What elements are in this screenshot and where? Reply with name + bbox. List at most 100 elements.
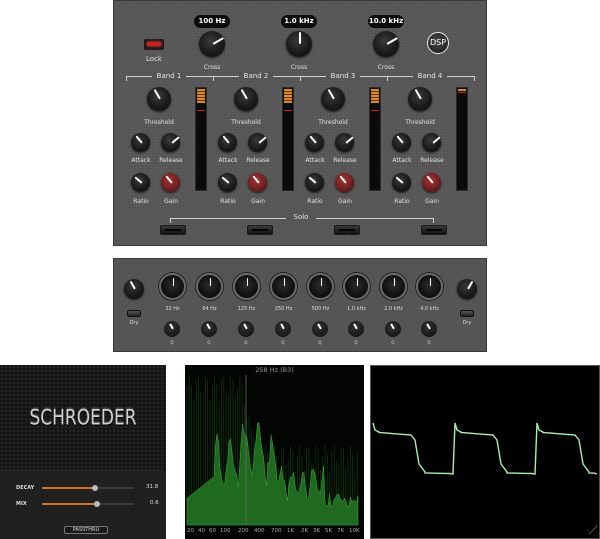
crossover-2-value[interactable]: 1.0 kHz [281,15,317,28]
crossover-1-value[interactable]: 100 Hz [194,15,230,28]
eq-8-q-label: Q [421,340,437,345]
solo-label: Solo [286,213,316,221]
spectrum-tick-label: 3K [313,528,320,534]
band-2-ratio-knob[interactable] [218,173,237,192]
spectrum-tick-label: 10K [349,528,360,534]
band-2-gain-label: Gain [243,198,273,205]
eq-1-freq-label: 32 Hz [155,306,190,312]
dsp-toggle[interactable]: DSP [427,32,449,54]
eq-7-q-label: Q [385,340,401,345]
decay-thumb[interactable] [92,485,98,491]
solo-button-band-2[interactable] [247,225,273,235]
dry-left-knob[interactable] [124,279,144,299]
mix-label: MIX [16,501,27,507]
lock-led-button[interactable] [144,39,164,50]
band-1-ratio-knob[interactable] [131,173,150,192]
crossover-2-knob[interactable] [286,31,312,57]
dry-left-label: Dry [124,320,144,326]
spectrum-tick-label: 5K [325,528,332,534]
eq-5-gain-knob[interactable] [307,273,334,300]
eq-1-q-label: Q [164,340,180,345]
band-2-release-knob[interactable] [248,133,267,152]
band-4-ratio-knob[interactable] [392,173,411,192]
band-1-gain-knob[interactable] [161,173,180,192]
band-4-attack-knob[interactable] [392,133,411,152]
eq-6-q-knob[interactable] [348,321,364,337]
band-3-ratio-knob[interactable] [305,173,324,192]
band-4-threshold-knob[interactable] [408,87,432,111]
mix-slider[interactable] [42,503,134,505]
crossover-1-knob[interactable] [199,31,225,57]
band-4-gain-knob[interactable] [422,173,441,192]
eq-7-gain-knob[interactable] [380,273,407,300]
eq-5-q-knob[interactable] [312,321,328,337]
band-3-gain-label: Gain [330,198,360,205]
crossover-3-value[interactable]: 10.0 kHz [368,15,404,28]
band-3-gain-knob[interactable] [335,173,354,192]
eq-4-gain-knob[interactable] [270,273,297,300]
scope-plot [371,366,599,538]
eq-panel: Dry 32 Hz Q 64 Hz Q 125 Hz Q 250 Hz Q 50… [113,258,487,352]
band-2-threshold-knob[interactable] [234,87,258,111]
spectrum-tick-label: 2K [301,528,308,534]
eq-5-q-label: Q [312,340,328,345]
band-3-attack-knob[interactable] [305,133,324,152]
band-1-attack-knob[interactable] [131,133,150,152]
eq-3-freq-label: 125 Hz [229,306,264,312]
eq-4-q-knob[interactable] [275,321,291,337]
passthru-button[interactable]: PASSTHRU [64,526,108,534]
dry-right-label: Dry [457,320,477,326]
band-1-threshold-knob[interactable] [147,87,171,111]
eq-3-q-knob[interactable] [238,321,254,337]
crossover-2-label: Cross [285,64,313,71]
dry-right-knob[interactable] [457,279,477,299]
band-1-release-label: Release [156,157,186,164]
eq-2-gain-knob[interactable] [196,273,223,300]
eq-4-freq-label: 250 Hz [266,306,301,312]
band-1-gain-label: Gain [156,198,186,205]
eq-6-q-label: Q [348,340,364,345]
eq-3-gain-knob[interactable] [233,273,260,300]
band-4-release-knob[interactable] [422,133,441,152]
eq-1-gain-knob[interactable] [159,273,186,300]
band-3-threshold-knob[interactable] [321,87,345,111]
band-3-release-knob[interactable] [335,133,354,152]
crossover-3-knob[interactable] [373,31,399,57]
eq-8-q-knob[interactable] [421,321,437,337]
band-4-gain-label: Gain [417,198,447,205]
spectrum-tick-label: 200 [238,528,249,534]
eq-2-q-knob[interactable] [201,321,217,337]
spectrum-tick-label: 60 [209,528,216,534]
solo-button-band-1[interactable] [160,225,186,235]
band-4-attack-label: Attack [387,157,417,164]
dry-left-button[interactable] [127,310,141,317]
band-2-gain-knob[interactable] [248,173,267,192]
eq-7-q-knob[interactable] [385,321,401,337]
mix-fill [42,503,97,505]
eq-4-q-label: Q [275,340,291,345]
crossover-1-label: Cross [198,64,226,71]
mix-thumb[interactable] [94,501,100,507]
eq-8-gain-knob[interactable] [416,273,443,300]
eq-2-freq-label: 64 Hz [192,306,227,312]
dry-right-button[interactable] [460,310,474,317]
decay-slider[interactable] [42,487,134,489]
eq-1-q-knob[interactable] [164,321,180,337]
spectrum-tick-label: 40 [198,528,205,534]
band-3-gr-meter [369,87,381,191]
eq-7-freq-label: 2.0 kHz [376,306,411,312]
band-1-release-knob[interactable] [161,133,180,152]
spectrum-tick-label: 400 [254,528,265,534]
band-2-gr-meter [282,87,294,191]
solo-button-band-3[interactable] [334,225,360,235]
eq-6-gain-knob[interactable] [343,273,370,300]
band-2-label: Band 2 [239,72,273,80]
band-3-attack-label: Attack [300,157,330,164]
eq-8-freq-label: 4.0 kHz [412,306,447,312]
band-2-attack-knob[interactable] [218,133,237,152]
spectrum-tick-label: 7K [337,528,344,534]
solo-button-band-4[interactable] [421,225,447,235]
eq-2-q-label: Q [201,340,217,345]
band-1-ratio-label: Ratio [126,198,156,205]
band-2-threshold-label: Threshold [226,119,266,126]
